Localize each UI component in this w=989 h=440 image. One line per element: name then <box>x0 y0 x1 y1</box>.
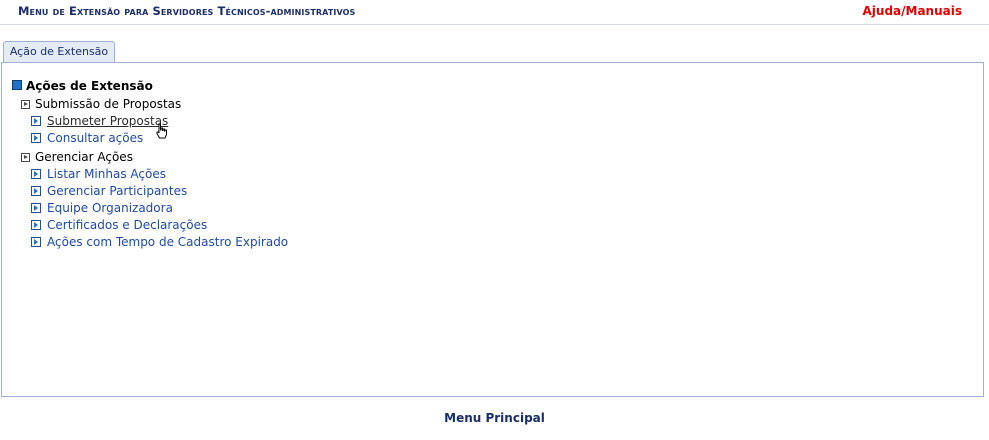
menu-group-submissao: Submissão de Propostas <box>21 97 181 111</box>
help-manuals-link[interactable]: Ajuda/Manuais <box>863 4 963 18</box>
arrow-square-icon <box>31 133 41 143</box>
item-label: Equipe Organizadora <box>47 201 173 215</box>
page: Menu de Extensão para Servidores Técnico… <box>0 0 989 440</box>
arrow-square-icon <box>31 186 41 196</box>
item-label: Gerenciar Participantes <box>47 184 188 198</box>
menu-item-listar-minhas-acoes[interactable]: Listar Minhas Ações <box>31 167 166 181</box>
menu-item-acoes-tempo-expirado[interactable]: Ações com Tempo de Cadastro Expirado <box>31 235 288 249</box>
menu-item-submeter-propostas[interactable]: Submeter Propostas <box>31 114 168 128</box>
arrow-square-icon <box>21 100 30 109</box>
group-label: Gerenciar Ações <box>35 150 133 164</box>
item-label: Ações com Tempo de Cadastro Expirado <box>47 235 289 249</box>
header-bar: Menu de Extensão para Servidores Técnico… <box>0 0 989 25</box>
arrow-square-icon <box>31 237 41 247</box>
arrow-square-icon <box>31 116 41 126</box>
arrow-square-icon <box>31 169 41 179</box>
arrow-square-icon <box>31 203 41 213</box>
menu-item-equipe-organizadora[interactable]: Equipe Organizadora <box>31 201 173 215</box>
arrow-square-icon <box>31 220 41 230</box>
main-menu-link[interactable]: Menu Principal <box>0 411 989 425</box>
menu-item-consultar-acoes[interactable]: Consultar ações <box>31 131 143 145</box>
item-label: Certificados e Declarações <box>47 218 208 232</box>
tab-acao-de-extensao[interactable]: Ação de Extensão <box>3 41 115 62</box>
menu-group-gerenciar: Gerenciar Ações <box>21 150 133 164</box>
item-label: Consultar ações <box>47 131 144 145</box>
menu-item-gerenciar-participantes[interactable]: Gerenciar Participantes <box>31 184 187 198</box>
menu-root-title: Ações de Extensão <box>26 79 153 93</box>
item-label: Listar Minhas Ações <box>47 167 166 181</box>
menu-panel: Ações de Extensão Submissão de Propostas… <box>1 62 984 397</box>
arrow-square-icon <box>21 153 30 162</box>
group-label: Submissão de Propostas <box>35 97 182 111</box>
item-label: Submeter Propostas <box>47 114 169 128</box>
expand-square-icon <box>12 80 22 90</box>
page-title: Menu de Extensão para Servidores Técnico… <box>18 4 356 18</box>
menu-item-certificados-declaracoes[interactable]: Certificados e Declarações <box>31 218 207 232</box>
hand-cursor-icon <box>156 123 167 139</box>
